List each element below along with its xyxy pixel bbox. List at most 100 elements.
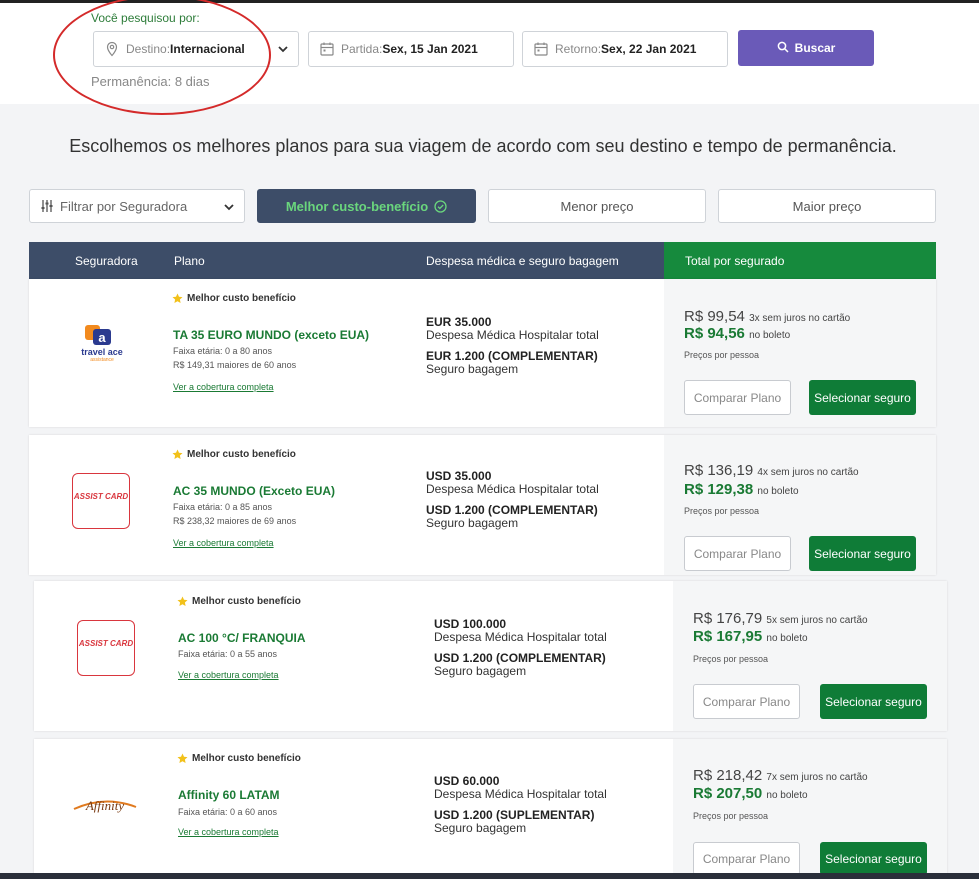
price-panel: R$ 176,79 5x sem juros no cartão R$ 167,… [673,581,947,731]
compare-plan-button[interactable]: Comparar Plano [693,684,800,719]
boleto-price-value: R$ 207,50 [693,785,763,802]
installments-text: 5x sem juros no cartão [766,615,868,626]
assist-card-logo-text: ASSIST CARD [73,492,129,501]
best-value-badge-label: Melhor custo benefício [187,449,296,460]
select-insurance-button[interactable]: Selecionar seguro [809,536,916,571]
best-value-badge-label: Melhor custo benefício [192,596,301,607]
compare-plan-button[interactable]: Comparar Plano [693,842,800,875]
chevron-down-icon [276,42,290,56]
best-value-badge-label: Melhor custo benefício [187,293,296,304]
search-summary-bar: Você pesquisou por: Destino: Internacion… [0,0,979,115]
card-price-value: R$ 136,19 [684,462,754,479]
calendar-icon [533,41,549,57]
age-range-text: Faixa etária: 0 a 80 anos [173,346,273,356]
calendar-icon [319,41,335,57]
plan-age-range: Faixa etária: 0 a 55 anos [178,647,277,661]
age-surcharge-text: R$ 149,31 maiores de 60 anos [173,360,297,370]
card-price-value: R$ 99,54 [684,308,745,325]
return-label: Retorno: [555,42,602,56]
sort-lowest-price-button[interactable]: Menor preço [488,189,706,223]
plan-name: Affinity 60 LATAM [178,788,280,802]
sort-best-value-button[interactable]: Melhor custo-benefício [257,189,476,223]
select-insurance-button[interactable]: Selecionar seguro [820,684,927,719]
svg-text:a: a [98,330,106,345]
plan-card: ASSIST CARD Melhor custo benefício AC 35… [29,435,936,575]
best-value-badge: Melhor custo benefício [177,596,301,607]
best-value-badge: Melhor custo benefício [172,449,296,460]
page-headline: Escolhemos os melhores planos para sua v… [69,136,897,156]
per-person-note: Preços por pessoa [684,506,760,516]
installments-text: 7x sem juros no cartão [766,772,868,783]
compare-plan-button[interactable]: Comparar Plano [684,536,791,571]
star-icon [177,753,188,763]
age-range-text: Faixa etária: 0 a 55 anos [178,649,278,659]
star-icon [172,449,183,459]
annotation-circle [53,0,271,115]
header-coverage: Despesa médica e seguro bagagem [426,254,619,268]
full-coverage-link[interactable]: Ver a cobertura completa [173,382,274,392]
card-price: R$ 136,19 4x sem juros no cartão [684,462,859,479]
age-range-text: Faixa etária: 0 a 85 anos [173,502,273,512]
insurer-filter-label: Filtrar por Seguradora [60,198,188,214]
departure-value: Sex, 15 Jan 2021 [382,42,478,56]
travel-ace-logo-subtext: assistance [90,357,114,363]
return-date-field[interactable]: Retorno: Sex, 22 Jan 2021 [522,31,728,67]
boleto-price: R$ 207,50 no boleto [693,785,808,802]
filter-sliders-icon [40,199,54,213]
coverage-details: USD 35.000 Despesa Médica Hospitalar tot… [426,470,599,530]
best-value-badge: Melhor custo benefício [177,753,301,764]
medical-coverage-label: Despesa Médica Hospitalar total [434,630,607,644]
plan-name: TA 35 EURO MUNDO (exceto EUA) [173,328,370,342]
chevron-down-icon [222,200,236,214]
baggage-coverage-label: Seguro bagagem [426,362,519,376]
coverage-details: USD 100.000 Despesa Médica Hospitalar to… [434,618,607,678]
assist-card-logo: ASSIST CARD [77,620,135,676]
header-insurer: Seguradora [75,254,138,268]
card-price-value: R$ 176,79 [693,610,763,627]
sort-highest-price-button[interactable]: Maior preço [718,189,936,223]
compare-plan-button[interactable]: Comparar Plano [684,380,791,415]
star-icon [177,596,188,606]
header-total: Total por segurado [664,242,936,279]
search-button[interactable]: Buscar [738,30,874,66]
coverage-details: USD 60.000 Despesa Médica Hospitalar tot… [434,775,607,835]
check-circle-icon [434,199,447,213]
card-price: R$ 218,42 7x sem juros no cartão [693,767,868,784]
per-person-note: Preços por pessoa [693,811,769,821]
price-panel: R$ 136,19 4x sem juros no cartão R$ 129,… [664,435,936,575]
plan-card: Affinity Melhor custo benefício Affinity… [34,739,947,875]
header-plan: Plano [174,254,205,268]
full-coverage-link[interactable]: Ver a cobertura completa [178,827,279,837]
per-person-note: Preços por pessoa [684,350,760,360]
coverage-details: EUR 35.000 Despesa Médica Hospitalar tot… [426,316,599,376]
baggage-coverage-label: Seguro bagagem [434,664,527,678]
best-value-badge: Melhor custo benefício [172,293,296,304]
search-icon [777,41,789,56]
window-bottom-bar [0,873,979,879]
plan-name: AC 35 MUNDO (Exceto EUA) [173,484,336,498]
assist-card-logo-text: ASSIST CARD [78,639,134,648]
select-insurance-button[interactable]: Selecionar seguro [809,380,916,415]
plan-age-range: Faixa etária: 0 a 80 anos R$ 149,31 maio… [173,344,296,372]
price-panel: R$ 99,54 3x sem juros no cartão R$ 94,56… [664,279,936,427]
star-icon [172,293,183,303]
boleto-label: no boleto [749,330,791,341]
insurer-filter-select[interactable]: Filtrar por Seguradora [29,189,245,223]
boleto-price: R$ 94,56 no boleto [684,325,790,342]
assist-card-logo: ASSIST CARD [72,473,130,529]
full-coverage-link[interactable]: Ver a cobertura completa [173,538,274,548]
affinity-logo: Affinity [72,793,138,817]
per-person-note: Preços por pessoa [693,654,769,664]
boleto-price: R$ 129,38 no boleto [684,481,799,498]
boleto-label: no boleto [766,633,808,644]
departure-date-field[interactable]: Partida: Sex, 15 Jan 2021 [308,31,514,67]
affinity-logo-text: Affinity [85,798,125,813]
select-insurance-button[interactable]: Selecionar seguro [820,842,927,875]
results-table-header: Seguradora Plano Despesa médica e seguro… [29,242,936,279]
price-panel: R$ 218,42 7x sem juros no cartão R$ 207,… [673,739,947,875]
boleto-price-value: R$ 129,38 [684,481,754,498]
return-value: Sex, 22 Jan 2021 [601,42,697,56]
full-coverage-link[interactable]: Ver a cobertura completa [178,670,279,680]
travel-ace-logo-text: travel ace [81,347,123,357]
boleto-price: R$ 167,95 no boleto [693,628,808,645]
